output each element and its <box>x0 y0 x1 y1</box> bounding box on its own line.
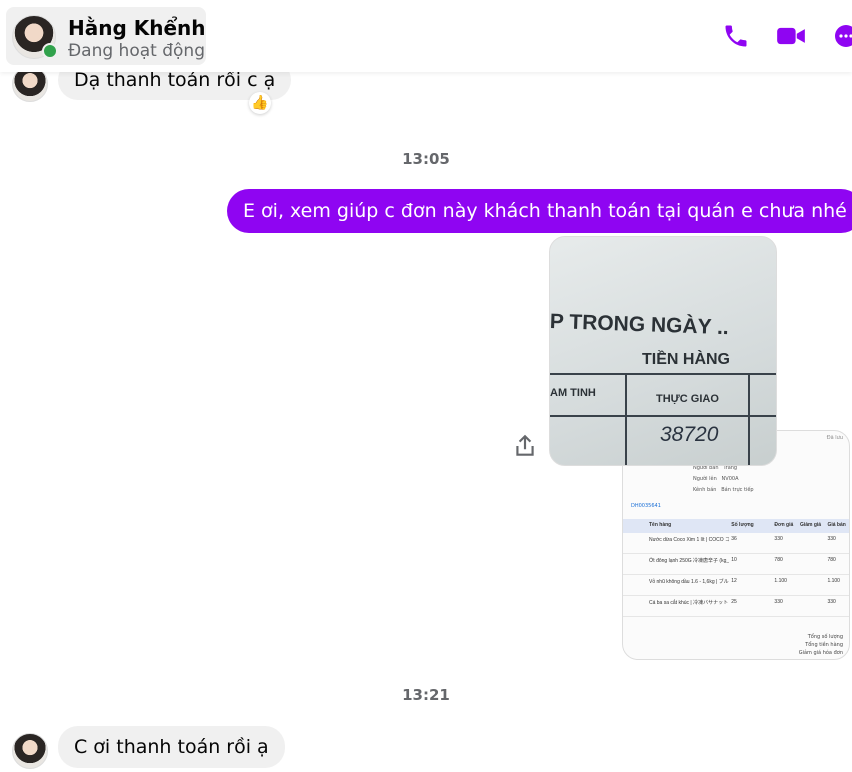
online-status-dot <box>42 43 58 59</box>
receipt-grid-line <box>625 373 627 465</box>
receipt-col-label: THỰC GIAO <box>656 393 719 405</box>
outgoing-message[interactable]: E ơi, xem giúp c đơn này khách thanh toá… <box>227 189 852 233</box>
receipt-col-label: AM TINH <box>550 387 596 399</box>
receipt-grid-line <box>550 373 776 375</box>
message-timestamp: 13:21 <box>402 686 450 704</box>
table-row: Nước dừa Coco Xim 1 lít | COCO ココナッツウォータ… <box>623 533 849 554</box>
receipt-grid-line <box>550 415 776 417</box>
invoice-meta: Người bán Trang Người lên NV00A Kênh bán… <box>693 465 754 493</box>
incoming-message[interactable]: C ơi thanh toán rồi ạ <box>58 726 285 768</box>
contact-status: Đang hoạt động <box>68 41 205 61</box>
invoice-table: Tên hàng Số lượng Đơn giá Giảm giá Giá b… <box>623 519 849 617</box>
receipt-heading: IP TRONG NGÀY .. <box>549 309 730 340</box>
chat-header: Hằng Khểnh Đang hoạt động <box>0 0 852 72</box>
receipt-grid-line <box>748 373 750 465</box>
invoice-saved-label: Đã lưu <box>826 435 843 441</box>
phone-icon[interactable] <box>722 22 750 50</box>
contact-name[interactable]: Hằng Khểnh <box>68 16 206 40</box>
thumbs-up-reaction-icon[interactable]: 👍 <box>249 92 271 114</box>
receipt-handwritten-amount: 38720 <box>660 423 719 446</box>
share-icon[interactable] <box>512 433 538 459</box>
table-row: Ớt đông lạnh 250G 冷凍唐辛子 (kg_cũ của hàng)… <box>623 554 849 575</box>
table-row: Cá ba sa cắt khúc | 冷凍バサナット (kg_cũ của h… <box>623 596 849 617</box>
more-options-icon[interactable] <box>832 22 852 50</box>
receipt-subheading: TIỀN HÀNG <box>642 351 730 368</box>
sender-avatar[interactable] <box>12 733 48 769</box>
contact-info[interactable]: Hằng Khểnh Đang hoạt động <box>6 7 206 65</box>
invoice-table-header: Tên hàng Số lượng Đơn giá Giảm giá Giá b… <box>623 519 849 533</box>
table-row: Vỏ nhũ không dầu 1.6 - 1,6kg | ブルット (con… <box>623 575 849 596</box>
message-timestamp: 13:05 <box>402 150 450 168</box>
invoice-code: DH0035641 <box>631 503 661 509</box>
video-call-icon[interactable] <box>776 22 806 50</box>
attached-image-receipt-photo[interactable]: IP TRONG NGÀY .. TIỀN HÀNG AM TINH THỰC … <box>549 236 777 466</box>
invoice-totals: Tổng số lượng Tổng tiền hàng Giảm giá hó… <box>798 634 843 656</box>
